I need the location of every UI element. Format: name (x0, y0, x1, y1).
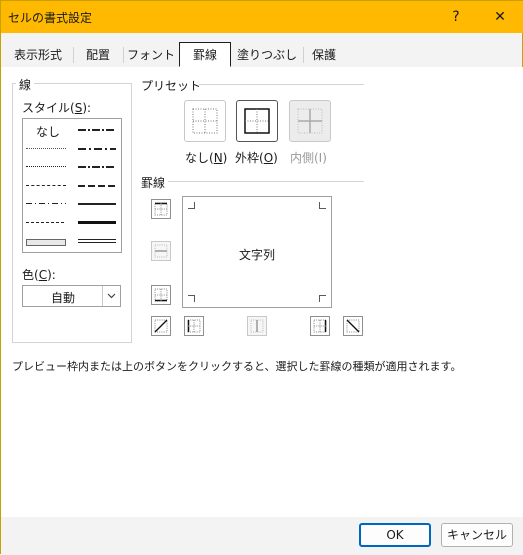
color-value: 自動 (51, 291, 76, 305)
chevron-down-icon (107, 293, 116, 299)
border-inside-vertical-button[interactable] (247, 316, 267, 336)
line-style-double[interactable] (78, 239, 116, 243)
tab-border[interactable]: 罫線 (179, 42, 231, 67)
tab-divider (123, 47, 124, 63)
line-style-slant-dash-dot[interactable] (78, 148, 116, 150)
border-preview[interactable]: 文字列 (182, 196, 332, 308)
line-style-medium[interactable] (78, 203, 116, 205)
preview-corner-mark (188, 202, 195, 209)
border-right-icon (313, 319, 327, 333)
dropdown-button[interactable] (102, 286, 120, 306)
preset-title: プリセット (141, 79, 202, 93)
dialog-footer: OK キャンセル (1, 517, 523, 555)
line-style-dotted[interactable] (26, 166, 66, 167)
color-label: 色(C): (22, 268, 56, 282)
preview-corner-mark (319, 202, 326, 209)
close-icon: ✕ (494, 9, 506, 25)
help-button[interactable]: ? (436, 1, 476, 33)
preset-none-label: なし(N) (185, 151, 228, 165)
question-icon: ? (452, 9, 460, 25)
tab-alignment[interactable]: 配置 (77, 44, 119, 66)
line-style-dash-dot[interactable] (26, 203, 66, 204)
tab-strip: 表示形式 配置 フォント 罫線 塗りつぶし 保護 (1, 42, 523, 68)
border-divider (168, 181, 364, 182)
preview-corner-mark (319, 295, 326, 302)
border-tab-panel: 線 スタイル(S): なし 色(C): 自動 プリセット なし(N) 外枠(O)… (1, 67, 523, 517)
style-label: スタイル(S): (22, 101, 92, 115)
cancel-button[interactable]: キャンセル (441, 523, 513, 547)
line-style-thick[interactable] (78, 221, 116, 224)
line-style-dash-dot-dot[interactable] (26, 185, 66, 186)
title-bar: セルの書式設定 ? ✕ (1, 1, 523, 33)
line-style-thin-selected[interactable] (26, 239, 66, 246)
border-top-icon (154, 202, 168, 216)
tab-divider (303, 47, 304, 63)
border-left-icon (187, 319, 201, 333)
preset-none-button[interactable] (184, 100, 226, 142)
preview-text: 文字列 (239, 248, 276, 262)
line-style-medium-dashed[interactable] (78, 185, 116, 187)
border-outline-icon (244, 108, 270, 134)
border-bottom-button[interactable] (151, 285, 171, 305)
border-left-button[interactable] (184, 316, 204, 336)
tab-protection[interactable]: 保護 (307, 44, 341, 66)
dialog-title: セルの書式設定 (8, 11, 93, 25)
tab-fill[interactable]: 塗りつぶし (235, 44, 299, 66)
line-style-list[interactable]: なし (22, 118, 122, 253)
border-top-button[interactable] (151, 199, 171, 219)
line-style-medium-dash-dot-2[interactable] (78, 166, 116, 168)
tab-font[interactable]: フォント (127, 44, 175, 66)
help-text: プレビュー枠内または上のボタンをクリックすると、選択した罫線の種類が適用されます… (12, 360, 462, 373)
line-style-medium-dash-dot[interactable] (78, 129, 116, 131)
line-style-none[interactable]: なし (36, 123, 60, 140)
border-bottom-icon (154, 288, 168, 302)
border-diagonal-down-button[interactable] (343, 316, 363, 336)
preset-divider (199, 84, 364, 85)
border-inside-horizontal-button[interactable] (151, 241, 171, 261)
border-none-icon (192, 108, 218, 134)
border-inside-icon (297, 108, 323, 134)
tab-divider (73, 47, 74, 63)
line-style-hair[interactable] (26, 148, 66, 149)
border-diagonal-down-icon (346, 319, 360, 333)
preset-inside-button[interactable] (289, 100, 331, 142)
border-inside-vertical-icon (250, 319, 264, 333)
format-cells-dialog: セルの書式設定 ? ✕ 表示形式 配置 フォント 罫線 塗りつぶし 保護 線 ス… (0, 0, 523, 555)
border-diagonal-up-button[interactable] (151, 316, 171, 336)
border-diagonal-up-icon (154, 319, 168, 333)
color-dropdown[interactable]: 自動 (22, 285, 121, 307)
line-group-title: 線 (16, 76, 35, 93)
preset-outline-label: 外枠(O) (235, 151, 278, 165)
border-title: 罫線 (141, 176, 166, 190)
ok-button[interactable]: OK (359, 523, 431, 547)
tab-number-format[interactable]: 表示形式 (7, 44, 69, 66)
border-inside-horizontal-icon (154, 244, 168, 258)
border-right-button[interactable] (310, 316, 330, 336)
preset-inside-label: 内側(I) (290, 151, 327, 165)
preview-corner-mark (188, 295, 195, 302)
line-style-dashed[interactable] (26, 222, 66, 223)
preset-outline-button[interactable] (236, 100, 278, 142)
close-button[interactable]: ✕ (480, 1, 520, 33)
